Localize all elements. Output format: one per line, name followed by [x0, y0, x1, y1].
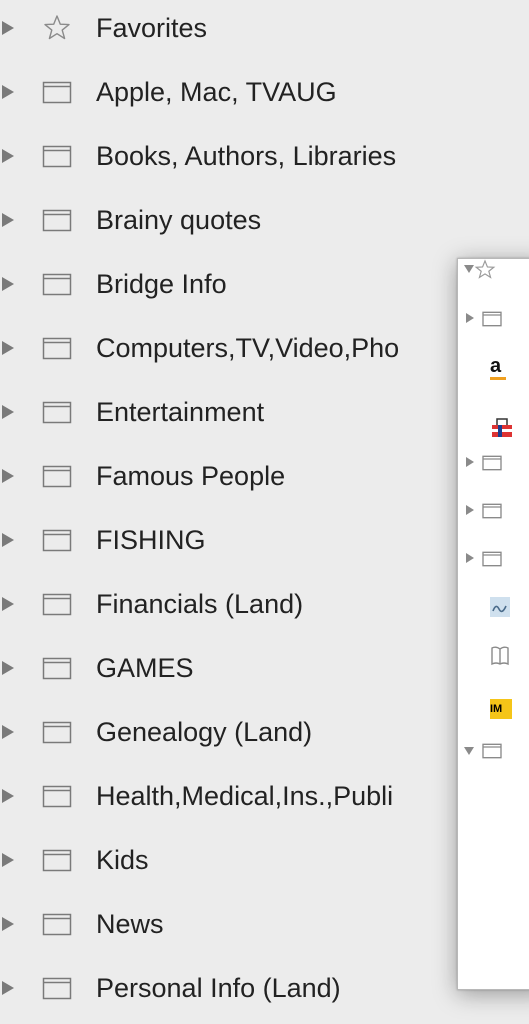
bookmark-label: Kids: [96, 845, 149, 875]
disclosure-triangle-icon[interactable]: [2, 917, 14, 931]
bookmark-folder-kids[interactable]: Kids: [0, 840, 470, 880]
bookmark-item-favorites[interactable]: Favorites: [0, 8, 470, 48]
folder-icon: [42, 977, 72, 1000]
bookmark-label: Genealogy (Land): [96, 717, 313, 747]
secondary-flag-bookmark[interactable]: [458, 415, 518, 439]
folder-icon: [42, 721, 72, 744]
bookmark-label: Bridge Info: [96, 269, 227, 299]
star-icon: [474, 259, 496, 279]
folder-icon: [482, 743, 502, 759]
disclosure-triangle-icon[interactable]: [2, 661, 14, 675]
bookmark-folder-famous-people[interactable]: Famous People: [0, 456, 470, 496]
bookmark-label: Health,Medical,Ins.,Publi: [96, 781, 394, 811]
bookmark-folder-apple[interactable]: Apple, Mac, TVAUG: [0, 72, 470, 112]
disclosure-triangle-icon[interactable]: [2, 405, 14, 419]
amazon-favicon-icon: a: [490, 355, 506, 380]
folder-icon: [42, 401, 72, 424]
disclosure-triangle-icon[interactable]: [2, 853, 14, 867]
bookmark-label: Favorites: [96, 13, 208, 43]
folder-icon: [42, 913, 72, 936]
secondary-imdb-bookmark[interactable]: IM: [458, 699, 518, 723]
folder-icon: [482, 311, 502, 327]
folder-icon: [482, 455, 502, 471]
disclosure-triangle-icon[interactable]: [466, 505, 474, 515]
folder-icon: [42, 785, 72, 808]
disclosure-triangle-icon[interactable]: [2, 981, 14, 995]
disclosure-triangle-icon[interactable]: [466, 313, 474, 323]
secondary-amazon-bookmark[interactable]: a: [458, 355, 518, 380]
bookmark-folder-computers[interactable]: Computers,TV,Video,Pho: [0, 328, 470, 368]
secondary-bookmarks-window: a IM: [457, 258, 529, 990]
bookmarks-list: Favorites Apple, Mac, TVAUG Books, Autho…: [0, 0, 470, 1024]
secondary-folder-expanded-row[interactable]: [458, 739, 518, 763]
disclosure-triangle-icon[interactable]: [2, 469, 14, 483]
folder-icon: [42, 337, 72, 360]
secondary-folder-row[interactable]: [458, 307, 518, 331]
bookmark-label: Brainy quotes: [96, 205, 262, 235]
folder-icon: [42, 529, 72, 552]
bookmark-folder-personal-info[interactable]: Personal Info (Land): [0, 968, 470, 1008]
disclosure-triangle-icon[interactable]: [464, 265, 474, 273]
disclosure-triangle-icon[interactable]: [2, 85, 14, 99]
disclosure-triangle-icon[interactable]: [2, 149, 14, 163]
folder-icon: [42, 657, 72, 680]
bookmark-folder-genealogy[interactable]: Genealogy (Land): [0, 712, 470, 752]
bookmark-label: Famous People: [96, 461, 286, 491]
bookmark-label: Books, Authors, Libraries: [96, 141, 397, 171]
bookmark-folder-books[interactable]: Books, Authors, Libraries: [0, 136, 470, 176]
star-icon: [44, 15, 70, 40]
secondary-site-bookmark[interactable]: [458, 595, 518, 619]
folder-icon: [42, 145, 72, 168]
bookmark-label: News: [96, 909, 164, 939]
bookmark-label: GAMES: [96, 653, 194, 683]
bookmark-label: Apple, Mac, TVAUG: [96, 77, 337, 107]
site-favicon-icon: [490, 597, 510, 617]
folder-icon: [482, 551, 502, 567]
bookmark-folder-financials[interactable]: Financials (Land): [0, 584, 470, 624]
disclosure-triangle-icon[interactable]: [2, 533, 14, 547]
disclosure-triangle-icon[interactable]: [466, 457, 474, 467]
secondary-folder-row[interactable]: [458, 499, 518, 523]
bookmark-label: FISHING: [96, 525, 206, 555]
disclosure-triangle-icon[interactable]: [2, 341, 14, 355]
disclosure-triangle-icon[interactable]: [464, 747, 474, 755]
folder-icon: [42, 465, 72, 488]
bookmark-label: Financials (Land): [96, 589, 304, 619]
secondary-folder-row[interactable]: [458, 547, 518, 571]
bookmark-label: Entertainment: [96, 397, 265, 427]
bookmark-folder-health[interactable]: Health,Medical,Ins.,Publi: [0, 776, 470, 816]
bookmark-folder-entertainment[interactable]: Entertainment: [0, 392, 470, 432]
bookmark-folder-fishing[interactable]: FISHING: [0, 520, 470, 560]
bookmark-folder-brainy-quotes[interactable]: Brainy quotes: [0, 200, 470, 240]
secondary-favorites-row[interactable]: [458, 259, 518, 283]
bookmark-folder-bridge-info[interactable]: Bridge Info: [0, 264, 470, 304]
disclosure-triangle-icon[interactable]: [2, 213, 14, 227]
disclosure-triangle-icon[interactable]: [2, 789, 14, 803]
folder-icon: [42, 81, 72, 104]
bookmark-label: Computers,TV,Video,Pho: [96, 333, 400, 363]
disclosure-triangle-icon[interactable]: [2, 725, 14, 739]
bookmark-label: Personal Info (Land): [96, 973, 341, 1003]
disclosure-triangle-icon[interactable]: [2, 21, 14, 35]
disclosure-triangle-icon[interactable]: [2, 597, 14, 611]
folder-icon: [42, 209, 72, 232]
bookmark-folder-games[interactable]: GAMES: [0, 648, 470, 688]
folder-icon: [42, 849, 72, 872]
folder-icon: [42, 593, 72, 616]
folder-icon: [482, 503, 502, 519]
secondary-folder-row[interactable]: [458, 451, 518, 475]
flag-favicon-icon: [492, 418, 512, 437]
secondary-bookmark-item[interactable]: [458, 645, 518, 669]
imdb-favicon-icon: IM: [490, 699, 512, 719]
disclosure-triangle-icon[interactable]: [466, 553, 474, 563]
folder-icon: [42, 273, 72, 296]
book-icon: [491, 646, 509, 666]
disclosure-triangle-icon[interactable]: [2, 277, 14, 291]
bookmark-folder-news[interactable]: News: [0, 904, 470, 944]
